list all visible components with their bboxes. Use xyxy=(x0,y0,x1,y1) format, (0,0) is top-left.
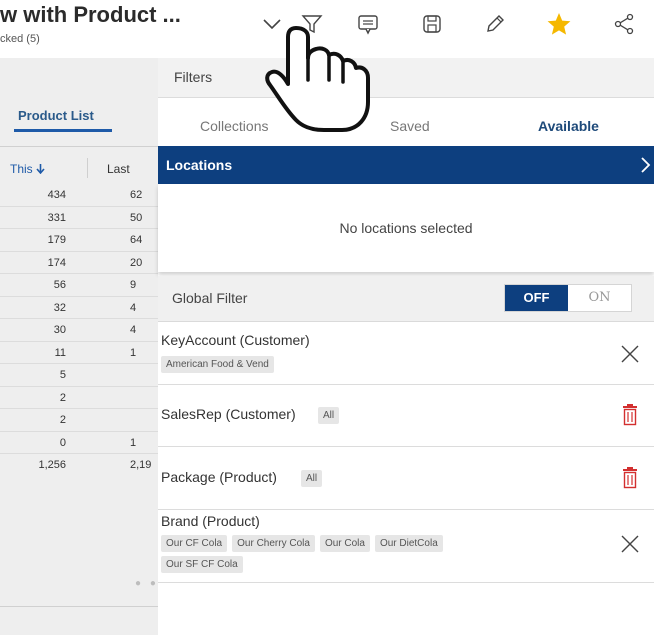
cell-this: 11 xyxy=(54,346,66,359)
cell-last: 1 xyxy=(130,436,137,449)
table-row[interactable]: 174 20 xyxy=(0,252,160,274)
cell-last: 1 xyxy=(130,346,137,359)
cell-last: 4 xyxy=(130,301,137,314)
locations-label: Locations xyxy=(166,157,233,173)
cell-this: 179 xyxy=(47,234,66,246)
filter-chip-all[interactable]: All xyxy=(301,470,323,487)
cell-last: 62 xyxy=(130,189,143,201)
cell-this: 174 xyxy=(47,256,66,269)
filter-chip[interactable]: American Food & Vend xyxy=(161,356,274,373)
cell-this: 2 xyxy=(59,391,66,404)
cell-last: 9 xyxy=(130,279,137,291)
filter-chip[interactable]: Our CF Cola xyxy=(161,535,228,552)
cell-last: 4 xyxy=(130,324,137,336)
tab-collections[interactable]: Collections xyxy=(200,118,268,134)
filter-chip[interactable]: Our SF CF Cola xyxy=(161,556,243,573)
cell-this: 2 xyxy=(59,414,66,426)
table-row[interactable]: 434 62 xyxy=(0,184,160,207)
trash-icon[interactable] xyxy=(618,403,642,427)
table-row[interactable]: 30 4 xyxy=(0,319,160,342)
divider xyxy=(0,606,160,607)
filter-row-label: KeyAccount (Customer) xyxy=(161,332,310,348)
table-row[interactable]: 11 1 xyxy=(0,342,160,364)
column-header-this-label: This xyxy=(10,162,33,176)
cell-this: 30 xyxy=(53,324,66,336)
filter-row-label: Brand (Product) xyxy=(161,513,260,529)
pagination-dots[interactable]: ● ● xyxy=(135,578,159,589)
cell-this: 434 xyxy=(47,189,66,201)
column-header-last[interactable]: Last xyxy=(107,162,130,176)
table-row[interactable]: 2 xyxy=(0,409,160,432)
chip-list: Our CF Cola Our Cherry Cola Our Cola Our… xyxy=(161,535,521,573)
global-filter-label: Global Filter xyxy=(172,290,248,306)
filter-row-package[interactable]: Package (Product) All xyxy=(158,447,654,510)
filter-row-salesrep[interactable]: SalesRep (Customer) All xyxy=(158,385,654,447)
filter-chip-all[interactable]: All xyxy=(318,407,340,424)
save-icon[interactable] xyxy=(416,8,448,40)
filter-row-brand[interactable]: Brand (Product) Our CF Cola Our Cherry C… xyxy=(158,510,654,583)
toggle-on-option[interactable]: ON xyxy=(568,285,631,311)
table-row[interactable]: 01 xyxy=(0,432,160,454)
table-row[interactable]: 5 xyxy=(0,364,160,387)
cell-last: 20 xyxy=(130,256,143,269)
cell-last: 50 xyxy=(130,211,143,224)
tab-saved[interactable]: Saved xyxy=(390,118,430,134)
cell-last: 64 xyxy=(130,234,143,246)
table-row[interactable]: 1,256 2,19 xyxy=(0,454,160,477)
toggle-off-option[interactable]: OFF xyxy=(505,285,568,311)
report-title: w with Product ... xyxy=(0,2,181,27)
filter-row-label: SalesRep (Customer) xyxy=(161,406,296,422)
edit-icon[interactable] xyxy=(479,8,511,40)
column-header-this[interactable]: This xyxy=(10,162,45,176)
report-panel: Product List This Last 434 62 331 50 179 64 17… xyxy=(0,58,160,635)
close-icon[interactable] xyxy=(618,532,642,556)
locations-header[interactable]: Locations xyxy=(158,146,654,184)
cell-this: 1,256 xyxy=(38,459,66,471)
filter-row-keyaccount[interactable]: KeyAccount (Customer) American Food & Ve… xyxy=(158,322,654,385)
top-toolbar: w with Product ... cked (5) xyxy=(0,0,654,58)
tab-available[interactable]: Available xyxy=(538,118,599,134)
no-locations-text: No locations selected xyxy=(339,220,473,236)
report-rows: 434 62 331 50 179 64 174 20 56 9 32 4 30 4 11 1 5 2 2 0 1 1,2… xyxy=(0,184,160,477)
cell-this: 331 xyxy=(47,211,66,224)
column-separator xyxy=(87,158,88,178)
table-row[interactable]: 331 50 xyxy=(0,207,160,229)
product-list-tab[interactable]: Product List xyxy=(18,108,94,123)
filter-chip[interactable]: Our DietCola xyxy=(374,535,443,552)
table-row[interactable]: 179 64 xyxy=(0,229,160,252)
filters-header: Filters xyxy=(158,58,654,98)
share-icon[interactable] xyxy=(608,8,640,40)
chevron-down-icon[interactable] xyxy=(256,8,288,40)
filter-row-label: Package (Product) xyxy=(161,469,277,485)
cell-this: 0 xyxy=(59,436,66,449)
divider xyxy=(0,146,160,147)
cell-this: 5 xyxy=(59,369,66,381)
table-row[interactable]: 2 xyxy=(0,387,160,409)
chip-list: American Food & Vend xyxy=(161,356,521,373)
star-icon[interactable] xyxy=(543,8,575,40)
global-filter-toggle[interactable]: OFF ON xyxy=(504,284,632,312)
global-filter-row: Global Filter OFF ON xyxy=(158,276,654,322)
cell-last: 2,19 xyxy=(130,459,152,471)
report-subtitle: cked (5) xyxy=(0,33,40,45)
trash-icon[interactable] xyxy=(618,466,642,490)
locations-body: No locations selected xyxy=(158,184,654,272)
sort-down-arrow-icon xyxy=(36,162,45,176)
table-row[interactable]: 32 4 xyxy=(0,297,160,319)
tab-underline xyxy=(14,129,112,132)
close-icon[interactable] xyxy=(618,342,642,366)
filter-chip[interactable]: Our Cola xyxy=(319,535,370,552)
chevron-right-icon[interactable] xyxy=(638,155,652,175)
filter-icon[interactable] xyxy=(296,8,328,40)
filters-panel: Filters Collections Saved Available Loca… xyxy=(158,58,654,635)
cell-this: 56 xyxy=(53,279,66,291)
filters-title: Filters xyxy=(174,69,213,85)
filter-chip[interactable]: Our Cherry Cola xyxy=(232,535,315,552)
comment-icon[interactable] xyxy=(352,8,384,40)
cell-this: 32 xyxy=(53,301,66,314)
table-row[interactable]: 56 9 xyxy=(0,274,160,297)
